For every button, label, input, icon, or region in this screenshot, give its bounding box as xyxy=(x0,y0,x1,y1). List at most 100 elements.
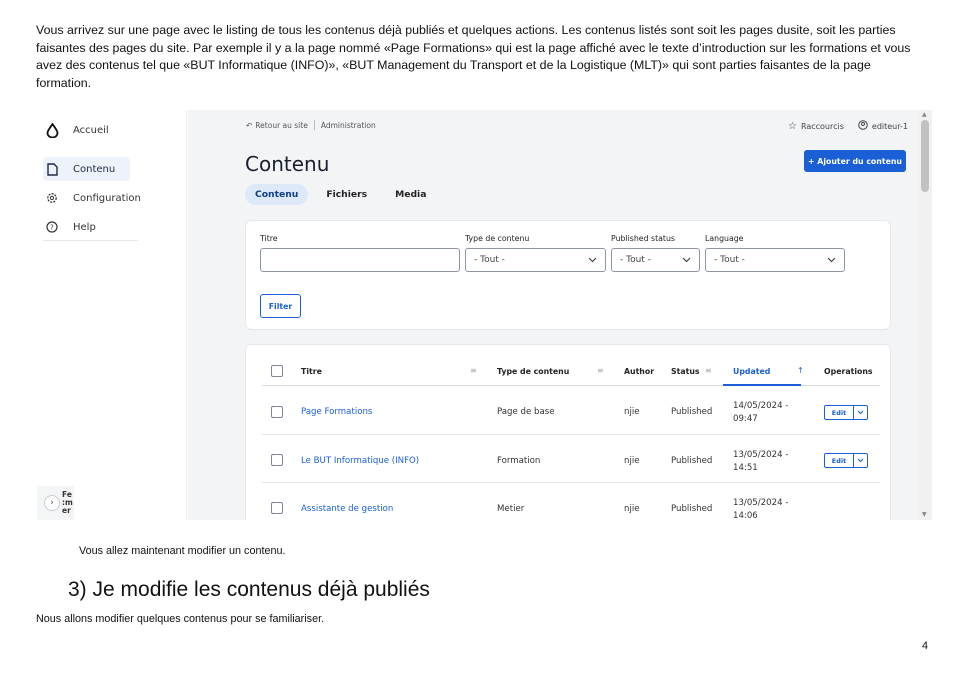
row-updated-time: 14:06 xyxy=(733,511,758,520)
row-title-link[interactable]: Assistante de gestion xyxy=(301,504,393,514)
intro-paragraph: Vous arrivez sur une page avec le listin… xyxy=(36,23,911,90)
chevron-down-icon xyxy=(588,256,597,266)
shortcuts-label: Raccourcis xyxy=(800,121,844,131)
after-screenshot-text: Vous allez maintenant modifier un conten… xyxy=(79,545,286,557)
status-filter-select[interactable]: - Tout - xyxy=(611,248,700,272)
edit-dropbutton[interactable]: Edit xyxy=(824,453,868,468)
type-filter-select[interactable]: - Tout - xyxy=(465,248,606,272)
scroll-thumb[interactable] xyxy=(921,120,929,192)
row-updated-date: 13/05/2024 - xyxy=(733,450,789,460)
title-filter-label: Titre xyxy=(260,234,278,243)
edit-dropbutton[interactable]: Edit xyxy=(824,405,868,420)
header-type[interactable]: Type de contenu xyxy=(497,367,569,376)
filter-button[interactable]: Filter xyxy=(260,294,301,318)
row-updated: 13/05/2024 - 14:51 xyxy=(733,449,788,475)
user-menu[interactable]: editeur-1 xyxy=(858,120,908,132)
header-operations: Operations xyxy=(824,367,873,376)
status-filter-value: - Tout - xyxy=(620,255,651,265)
row-checkbox[interactable] xyxy=(271,454,283,466)
sidebar-item-label: Configuration xyxy=(73,192,141,204)
row-updated-time: 14:51 xyxy=(733,463,758,473)
row-status: Published xyxy=(671,504,713,514)
section-heading: 3) Je modifie les contenus déjà publiés xyxy=(68,578,430,601)
sidebar-collapse[interactable]: › Fe:m er xyxy=(37,486,74,520)
sort-ascending-icon[interactable]: ↑ xyxy=(797,366,804,375)
breadcrumb: ↶ Retour au site Administration xyxy=(246,120,376,130)
scroll-down-icon[interactable]: ▼ xyxy=(922,511,927,518)
section-text: Nous allons modifier quelques contenus p… xyxy=(36,613,325,625)
row-type: Formation xyxy=(497,456,541,466)
scroll-up-icon[interactable]: ▲ xyxy=(922,111,927,118)
header-title[interactable]: Titre xyxy=(301,367,322,376)
sidebar-item-contenu[interactable]: Contenu xyxy=(43,157,130,181)
title-filter-input[interactable] xyxy=(260,248,460,272)
row-divider xyxy=(262,482,880,483)
row-title-link[interactable]: Le BUT Informatique (INFO) xyxy=(301,456,419,466)
document-icon xyxy=(45,162,59,176)
edit-button[interactable]: Edit xyxy=(825,454,853,467)
active-sort-indicator xyxy=(723,384,801,386)
main-panel: ↶ Retour au site Administration ☆ Raccou… xyxy=(188,110,918,520)
chevron-right-icon[interactable]: › xyxy=(44,495,60,511)
sort-icon[interactable]: ≡ xyxy=(470,366,477,375)
drop-icon xyxy=(45,122,59,138)
page-number: 4 xyxy=(922,640,929,652)
tab-contenu[interactable]: Contenu xyxy=(245,184,309,205)
row-type: Metier xyxy=(497,504,525,514)
star-icon: ☆ xyxy=(787,120,797,132)
chevron-down-icon xyxy=(682,256,691,266)
gear-icon xyxy=(45,191,59,205)
type-filter-value: - Tout - xyxy=(474,255,505,265)
row-checkbox[interactable] xyxy=(271,406,283,418)
svg-text:?: ? xyxy=(50,224,54,232)
select-all-checkbox[interactable] xyxy=(271,365,283,377)
chevron-down-icon[interactable] xyxy=(853,406,867,419)
status-filter-label: Published status xyxy=(611,234,675,243)
collapse-label: Fe:m er xyxy=(62,490,73,515)
row-status: Published xyxy=(671,456,713,466)
tab-media[interactable]: Media xyxy=(385,184,436,205)
row-type: Page de base xyxy=(497,407,555,417)
type-filter-label: Type de contenu xyxy=(465,234,530,243)
administration-link[interactable]: Administration xyxy=(321,121,376,130)
sidebar: Accueil Contenu Configuration ? Help › F… xyxy=(37,110,187,520)
add-content-button[interactable]: + Ajouter du contenu xyxy=(804,150,906,172)
chevron-down-icon xyxy=(827,256,836,266)
content-table: Titre ≡ Type de contenu ≡ Author Status … xyxy=(245,344,891,520)
row-updated: 14/05/2024 - 09:47 xyxy=(733,400,788,426)
row-updated-time: 09:47 xyxy=(733,414,758,424)
edit-button[interactable]: Edit xyxy=(825,406,853,419)
scrollbar[interactable]: ▲ ▼ xyxy=(918,110,932,520)
shortcuts-button[interactable]: ☆ Raccourcis xyxy=(788,121,844,132)
sort-icon[interactable]: ≡ xyxy=(705,366,712,375)
sort-icon[interactable]: ≡ xyxy=(597,366,604,375)
content-tabs: Contenu Fichiers Media xyxy=(245,184,436,205)
row-checkbox[interactable] xyxy=(271,502,283,514)
row-updated-date: 13/05/2024 - xyxy=(733,498,789,508)
row-title-link[interactable]: Page Formations xyxy=(301,407,372,417)
row-divider xyxy=(262,434,880,435)
help-icon: ? xyxy=(45,220,59,234)
row-updated-date: 14/05/2024 - xyxy=(733,401,789,411)
chevron-down-icon[interactable] xyxy=(853,454,867,467)
sidebar-item-label: Help xyxy=(73,221,96,233)
top-right-tools: ☆ Raccourcis editeur-1 xyxy=(788,120,908,132)
header-status[interactable]: Status xyxy=(671,367,700,376)
back-to-site-link[interactable]: Retour au site xyxy=(255,121,308,130)
sidebar-divider xyxy=(43,240,138,241)
sidebar-item-label: Contenu xyxy=(73,163,116,175)
row-updated: 13/05/2024 - 14:06 xyxy=(733,497,788,520)
sidebar-item-configuration[interactable]: Configuration xyxy=(43,186,153,210)
language-filter-value: - Tout - xyxy=(714,255,745,265)
header-author[interactable]: Author xyxy=(624,367,654,376)
sidebar-item-label: Accueil xyxy=(73,124,109,136)
row-author: njie xyxy=(624,407,640,417)
language-filter-select[interactable]: - Tout - xyxy=(705,248,845,272)
username-label: editeur-1 xyxy=(871,121,908,131)
breadcrumb-divider xyxy=(313,120,315,130)
sidebar-item-help[interactable]: ? Help xyxy=(43,215,130,239)
tab-fichiers[interactable]: Fichiers xyxy=(316,184,377,205)
header-updated[interactable]: Updated xyxy=(733,367,770,376)
sidebar-item-accueil[interactable]: Accueil xyxy=(43,118,130,142)
row-status: Published xyxy=(671,407,713,417)
